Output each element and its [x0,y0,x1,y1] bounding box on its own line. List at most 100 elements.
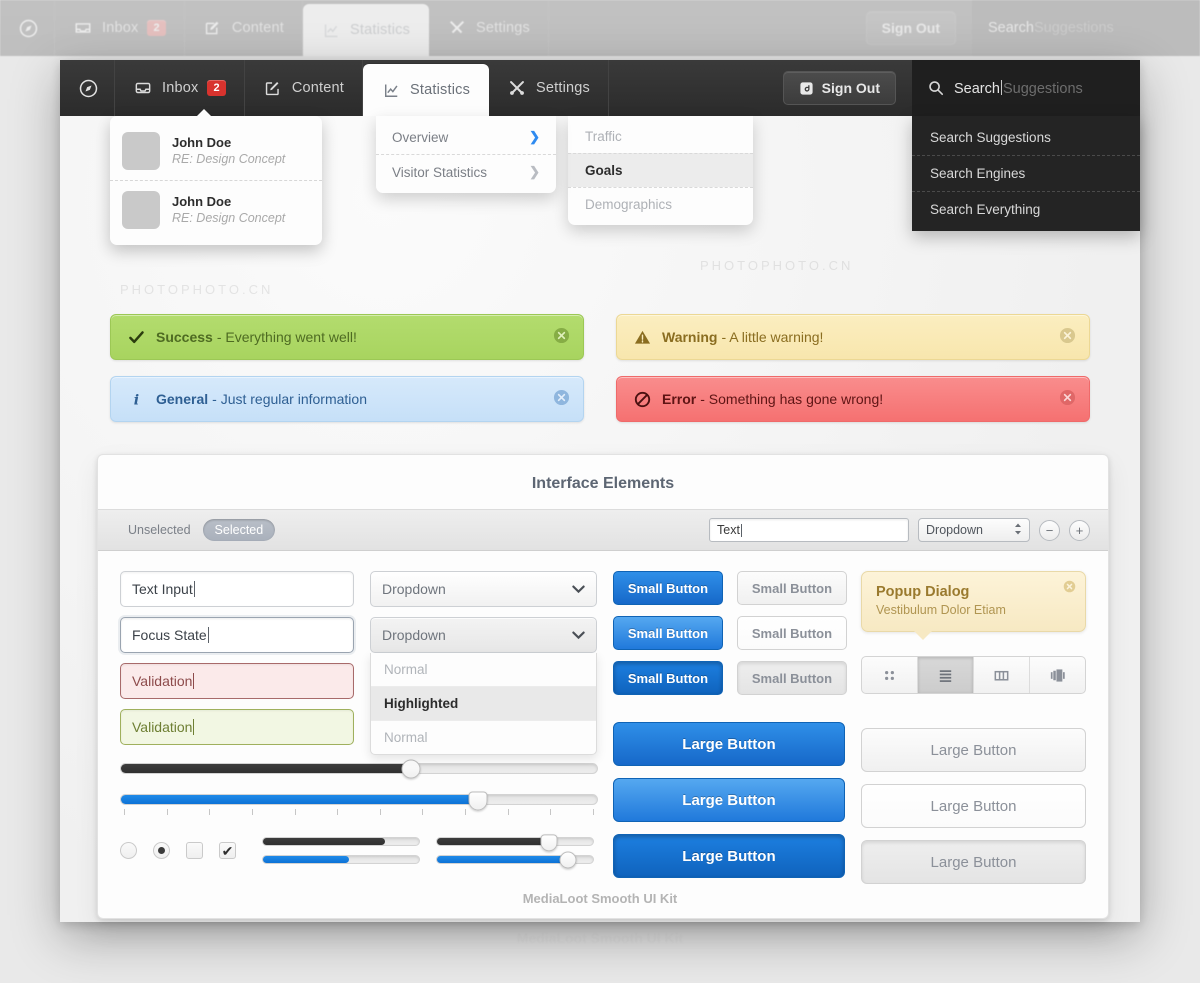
large-button-blue[interactable]: Large Button [612,722,845,766]
column-dropdowns: Dropdown Dropdown Normal Highlighted Nor… [370,571,597,896]
check-icon [125,329,147,346]
close-icon[interactable] [1059,389,1076,409]
search-placeholder: Suggestions [1002,80,1083,97]
nav-item-content[interactable]: Content [245,60,363,116]
svg-text:i: i [133,392,138,407]
column-dialog: Popup Dialog Vestibulum Dolor Etiam Larg… [860,571,1086,896]
search-suggestion-item[interactable]: Search Suggestions [912,120,1140,155]
validation-success-field[interactable]: Validation [120,709,354,745]
submenu-item-demographics[interactable]: Demographics [568,187,753,221]
small-button-blue-hover[interactable]: Small Button [612,616,723,650]
dropdown-value: Dropdown [382,581,446,597]
nav-item-label-inbox: Inbox [162,80,199,96]
plus-button[interactable]: + [1069,519,1090,541]
text-caret [193,719,195,735]
inbox-message-row[interactable]: John Doe RE: Design Concept [110,122,322,180]
inbox-icon [73,18,93,38]
large-button-grey-hover[interactable]: Large Button [860,784,1086,828]
alert-general: i General - Just regular information [110,376,584,422]
small-button-grey-pressed[interactable]: Small Button [736,661,847,695]
alert-title: Warning [662,329,718,345]
menu-item-visitor-statistics[interactable]: Visitor Statistics ❯ [376,154,556,189]
radio-off-icon[interactable] [120,842,137,859]
small-button-blue[interactable]: Small Button [612,571,723,605]
menu-item-label: Overview [392,129,449,145]
dropdown-value: Dropdown [382,627,446,643]
toolbar-dropdown-value: Dropdown [926,523,983,537]
small-button-grey-hover[interactable]: Small Button [736,616,847,650]
column-view-icon[interactable] [974,657,1031,693]
large-button-grey-pressed[interactable]: Large Button [860,840,1086,884]
list-view-icon[interactable] [917,657,974,693]
dropdown-option[interactable]: Normal [371,653,596,686]
segment-selected[interactable]: Selected [202,519,276,541]
submenu-item-goals[interactable]: Goals [568,153,753,187]
nav-item-settings[interactable]: Settings [489,60,610,116]
validation-error-field[interactable]: Validation [120,663,354,699]
large-button-grey[interactable]: Large Button [860,728,1086,772]
grid-view-icon[interactable] [862,657,918,693]
inbox-badge: 2 [207,79,226,97]
text-caret [740,523,742,537]
alerts-region: Success - Everything went well! Warning - … [110,314,1090,422]
view-switcher[interactable] [860,656,1086,694]
checkbox-on-icon[interactable]: ✔ [219,842,236,859]
dropdown-option[interactable]: Normal [371,720,596,754]
signout-icon [799,81,814,96]
search-suggestion-item[interactable]: Search Engines [912,155,1140,191]
toolbar-dropdown[interactable]: Dropdown [918,518,1030,542]
popup-title: Popup Dialog [875,584,970,600]
alert-text: - A little warning! [721,329,824,345]
nav-item-inbox[interactable]: Inbox 2 [115,60,245,116]
search-field[interactable]: Search Suggestions [912,60,1140,116]
text-input-field[interactable]: Text Input [120,571,354,607]
small-button-blue-pressed[interactable]: Small Button [612,661,723,695]
dropdown-open[interactable]: Dropdown [370,617,597,653]
ghost-navbar: Inbox 2 Content Statistics Settings Sign… [0,0,1200,56]
chart-icon [321,20,341,40]
toolbar-text-input[interactable]: Text [709,518,909,542]
close-icon[interactable] [1059,327,1076,347]
alert-text: - Just regular information [212,391,367,407]
minus-button[interactable]: − [1039,519,1060,541]
ghost-logo [0,0,55,56]
sign-out-button[interactable]: Sign Out [782,71,896,105]
close-icon[interactable] [553,389,570,409]
alert-warning: Warning - A little warning! [616,314,1090,360]
close-icon[interactable] [553,327,570,347]
small-button-grey[interactable]: Small Button [736,571,847,605]
menu-item-overview[interactable]: Overview ❯ [376,120,556,154]
nav-item-statistics[interactable]: Statistics [363,64,490,116]
ghost-nav-content: Content [185,0,303,56]
menu-item-label: Visitor Statistics [392,164,488,180]
avatar [122,191,160,229]
alert-text: - Something has gone wrong! [700,391,884,407]
segment-unselected[interactable]: Unselected [116,519,203,541]
alert-title: General [156,391,209,407]
coverflow-view-icon[interactable] [1030,657,1085,693]
warning-icon [631,329,653,346]
inbox-sender-name: John Doe [172,193,232,209]
popup-subtitle: Vestibulum Dolor Etiam [875,603,1006,617]
submenu-item-traffic[interactable]: Traffic [568,120,753,153]
logo-button[interactable] [60,60,115,116]
inbox-message-row[interactable]: John Doe RE: Design Concept [110,180,322,239]
segmented-control-selection[interactable]: Unselected Selected [116,519,276,541]
focus-state-field[interactable]: Focus State [120,617,354,653]
large-button-blue-pressed[interactable]: Large Button [612,834,845,878]
dropdown-closed[interactable]: Dropdown [370,571,597,607]
chevron-down-icon [572,581,585,597]
inbox-sender-name: John Doe [172,134,232,150]
column-buttons: Small Button Small Button Small Button S… [612,571,847,896]
dropdown-option-highlighted[interactable]: Highlighted [371,686,596,720]
ghost-nav-statistics: Statistics [303,4,430,56]
panel-body: Text Input Focus State Validation Valida… [98,551,1108,896]
ghost-search: SearchSuggestions [972,0,1200,56]
footer-text: MediaLoot Smooth UI Kit [522,891,678,906]
close-icon[interactable] [1063,580,1076,598]
search-input-value: Search [954,80,1000,97]
radio-on-icon[interactable] [153,842,170,859]
search-suggestion-item[interactable]: Search Everything [912,191,1140,227]
large-button-blue-hover[interactable]: Large Button [612,778,845,822]
checkbox-off-icon[interactable] [186,842,203,859]
